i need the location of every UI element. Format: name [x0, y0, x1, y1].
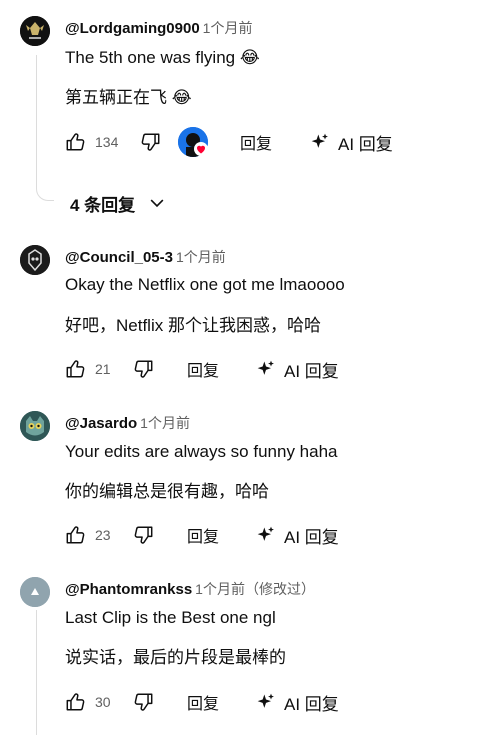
heart-icon: [197, 145, 205, 154]
dislike-button[interactable]: [132, 688, 154, 716]
comment-time[interactable]: 1个月前: [176, 249, 226, 265]
thread-line: [36, 55, 37, 185]
ai-reply-button[interactable]: AI 回复: [256, 688, 339, 716]
like-button[interactable]: 30: [65, 688, 111, 716]
sparkle-icon: [257, 526, 274, 541]
author-name[interactable]: @Jasardo: [65, 415, 137, 432]
comment-translation: 第五辆正在飞 😂: [65, 88, 192, 107]
ai-reply-label: AI 回复: [284, 361, 339, 381]
comment-time[interactable]: 1个月前: [203, 20, 253, 36]
avatar[interactable]: [20, 245, 50, 275]
thumb-up-icon: [66, 693, 85, 711]
thumb-up-icon: [66, 526, 85, 544]
dislike-button[interactable]: [132, 355, 154, 383]
comment-text: Okay the Netflix one got me lmaoooo: [65, 275, 345, 294]
ai-reply-label: AI 回复: [284, 694, 339, 714]
avatar[interactable]: [20, 577, 50, 607]
like-button[interactable]: 134: [65, 128, 118, 156]
reply-button[interactable]: 回复: [187, 688, 219, 716]
reply-button[interactable]: 回复: [240, 128, 272, 156]
comment-text: Last Clip is the Best one ngl: [65, 608, 276, 627]
thread-line: [36, 610, 37, 735]
thumb-down-icon: [134, 360, 153, 378]
chevron-down-icon: [150, 199, 164, 208]
heart-badge: [194, 142, 208, 156]
comment-time[interactable]: 1个月前（修改过）: [195, 581, 315, 597]
avatar[interactable]: [20, 411, 50, 441]
like-button[interactable]: 21: [65, 355, 111, 383]
sparkle-icon: [257, 693, 274, 708]
comment-text: The 5th one was flying 😂: [65, 48, 260, 67]
replies-toggle[interactable]: 4 条回复: [70, 190, 167, 216]
reply-button[interactable]: 回复: [187, 521, 219, 549]
thumb-up-icon: [66, 133, 85, 151]
comment-translation: 你的编辑总是很有趣，哈哈: [65, 482, 269, 501]
comment-text: Your edits are always so funny haha: [65, 442, 338, 461]
thumb-down-icon: [141, 133, 160, 151]
avatar[interactable]: [20, 16, 50, 46]
reply-button[interactable]: 回复: [187, 355, 219, 383]
thread-curve: [36, 183, 54, 201]
avatar-image: [20, 577, 50, 607]
replies-toggle-label: 4 条回复: [70, 195, 136, 215]
ai-reply-button[interactable]: AI 回复: [310, 128, 393, 156]
thumb-down-icon: [134, 526, 153, 544]
comment-time[interactable]: 1个月前: [140, 415, 190, 431]
like-count: 134: [95, 134, 119, 150]
ai-reply-button[interactable]: AI 回复: [256, 521, 339, 549]
thumb-up-icon: [66, 360, 85, 378]
like-count: 21: [95, 361, 111, 377]
author-name[interactable]: @Council_05-3: [65, 249, 173, 266]
ai-reply-button[interactable]: AI 回复: [256, 355, 339, 383]
sparkle-icon: [311, 133, 328, 148]
comment-translation: 说实话，最后的片段是最棒的: [65, 648, 286, 667]
dislike-button[interactable]: [132, 521, 154, 549]
avatar-image: [20, 245, 50, 275]
thumb-down-icon: [134, 693, 153, 711]
like-count: 23: [95, 527, 111, 543]
like-count: 30: [95, 694, 111, 710]
author-name[interactable]: @Phantomrankss: [65, 581, 192, 598]
comment-translation: 好吧，Netflix 那个让我困惑，哈哈: [65, 316, 321, 335]
like-button[interactable]: 23: [65, 521, 111, 549]
ai-reply-label: AI 回复: [284, 527, 339, 547]
avatar-image: [20, 16, 50, 46]
sparkle-icon: [257, 360, 274, 375]
ai-reply-label: AI 回复: [338, 134, 393, 154]
dislike-button[interactable]: [139, 128, 161, 156]
author-name[interactable]: @Lordgaming0900: [65, 20, 200, 37]
avatar-image: [20, 411, 50, 441]
